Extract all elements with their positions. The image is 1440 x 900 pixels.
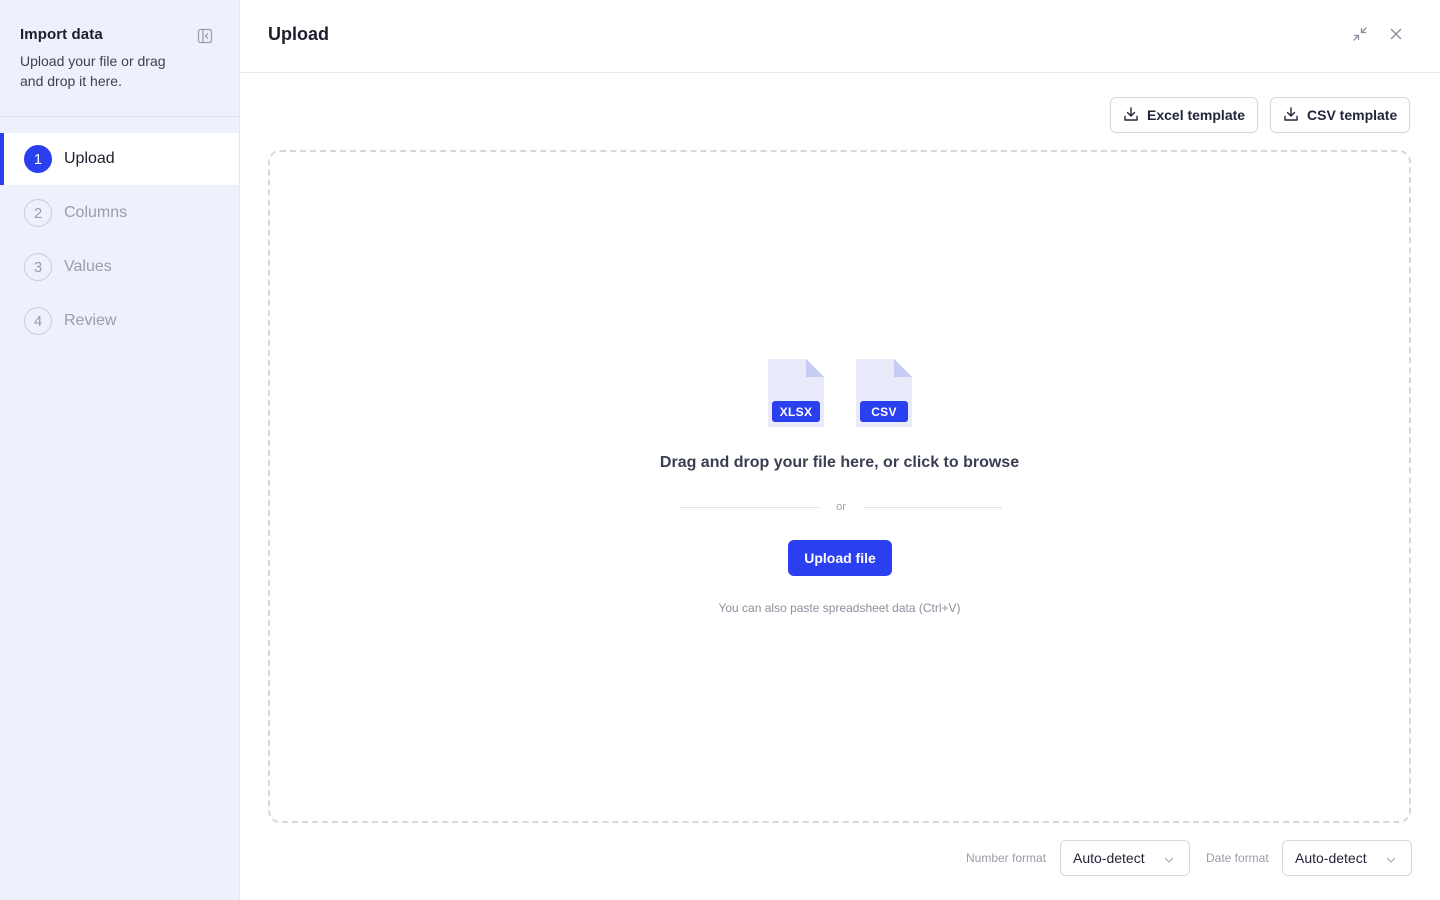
step-upload[interactable]: 1 Upload: [0, 133, 239, 185]
close-icon: [1389, 27, 1403, 46]
csv-tag: CSV: [860, 401, 908, 422]
main-panel: Upload Excel template CSV template XLSX …: [240, 0, 1440, 900]
file-type-icons: XLSX CSV: [768, 359, 912, 427]
paste-hint: You can also paste spreadsheet data (Ctr…: [718, 601, 961, 615]
sidebar-subtitle: Upload your file or drag and drop it her…: [20, 53, 166, 89]
chevron-down-icon: [1163, 853, 1175, 869]
step-label: Columns: [64, 204, 128, 221]
number-format-label: Number format: [966, 851, 1047, 865]
number-format-value: Auto-detect: [1073, 850, 1145, 866]
step-label: Upload: [64, 150, 115, 167]
download-icon: [1283, 106, 1307, 125]
xlsx-file-icon: XLSX: [768, 359, 824, 427]
step-label: Review: [64, 312, 117, 329]
excel-template-label: Excel template: [1147, 107, 1246, 123]
minimize-icon: [1352, 26, 1368, 47]
chevron-down-icon: [1385, 853, 1397, 869]
csv-file-icon: CSV: [856, 359, 912, 427]
step-review[interactable]: 4 Review: [0, 295, 239, 347]
sidebar: Import data Upload your file or drag and…: [0, 0, 240, 900]
step-values[interactable]: 3 Values: [0, 241, 239, 293]
step-number: 2: [24, 199, 52, 227]
steps-nav: 1 Upload 2 Columns 3 Values 4 Review: [0, 133, 239, 349]
sidebar-divider: [0, 116, 239, 117]
file-dropzone[interactable]: XLSX CSV Drag and drop your file here, o…: [268, 150, 1411, 823]
sidebar-header: Import data Upload your file or drag and…: [20, 26, 220, 91]
excel-template-button[interactable]: Excel template: [1110, 97, 1259, 133]
csv-template-label: CSV template: [1307, 107, 1398, 123]
or-divider: or: [680, 501, 1002, 515]
xlsx-tag: XLSX: [772, 401, 820, 422]
number-format-select[interactable]: Auto-detect: [1060, 840, 1190, 876]
date-format-label: Date format: [1206, 851, 1269, 865]
collapse-sidebar-button[interactable]: [196, 28, 214, 49]
step-number: 1: [24, 145, 52, 173]
divider-line-right: [863, 507, 1002, 508]
step-label: Values: [64, 258, 112, 275]
sidebar-collapse-icon: [197, 28, 213, 49]
step-number: 4: [24, 307, 52, 335]
download-icon: [1123, 106, 1147, 125]
date-format-value: Auto-detect: [1295, 850, 1367, 866]
upload-file-button[interactable]: Upload file: [788, 540, 892, 576]
dropzone-title: Drag and drop your file here, or click t…: [659, 454, 1020, 471]
step-number: 3: [24, 253, 52, 281]
page-title: Upload: [268, 24, 329, 44]
step-columns[interactable]: 2 Columns: [0, 187, 239, 239]
topbar: Upload: [240, 0, 1440, 73]
import-data-app: Import data Upload your file or drag and…: [0, 0, 1440, 900]
csv-template-button[interactable]: CSV template: [1270, 97, 1411, 133]
close-button[interactable]: [1386, 26, 1406, 46]
sidebar-title: Import data: [20, 26, 103, 43]
date-format-select[interactable]: Auto-detect: [1282, 840, 1412, 876]
minimize-button[interactable]: [1350, 26, 1370, 46]
